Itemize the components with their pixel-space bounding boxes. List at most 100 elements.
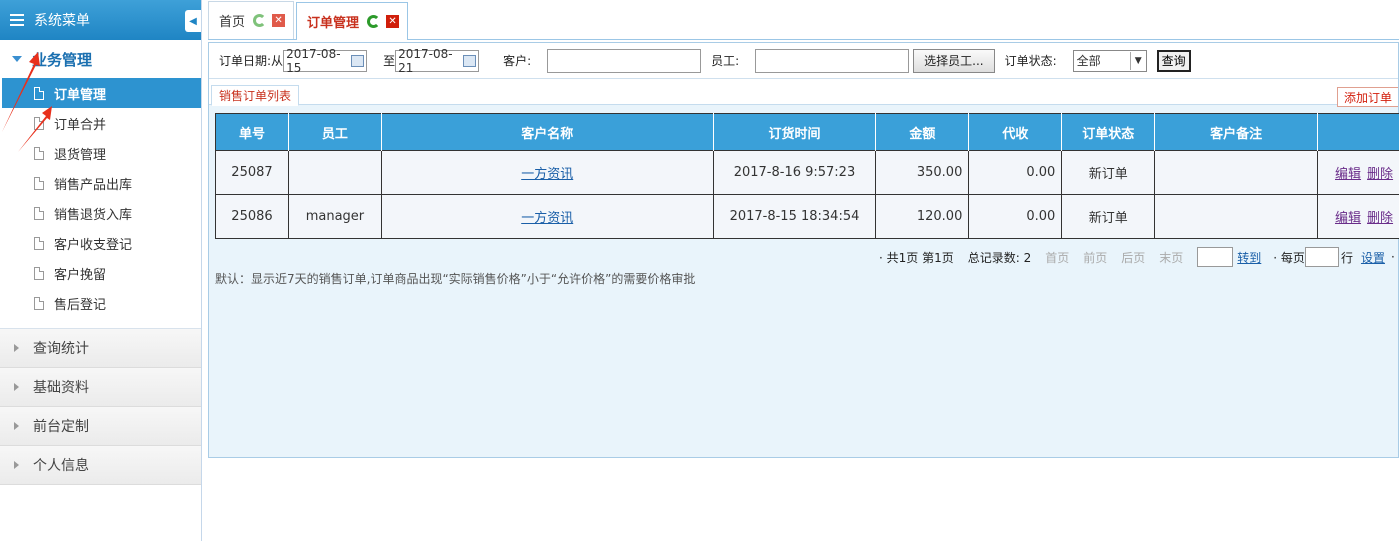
staff-label: 员工: (711, 54, 740, 68)
sidebar-group-query-stats[interactable]: 查询统计 (0, 329, 201, 368)
to-date-input[interactable]: 2017-08-21 (395, 46, 480, 75)
cell-cod: 0.00 (968, 194, 1063, 239)
status-label: 订单状态: (1004, 54, 1057, 68)
tab-sales-order-list[interactable]: 销售订单列表 (211, 85, 300, 106)
group-label: 业务管理 (32, 50, 93, 69)
status-select[interactable]: 全部 ▼ (1072, 49, 1147, 72)
subtab-bar: 销售订单列表 添加订单 (209, 79, 1398, 107)
customer-link[interactable]: 一方资讯 (521, 211, 573, 226)
default-note: 默认：显示近7天的销售订单,订单商品出现“实际销售价格”小于“允许价格”的需要价… (215, 272, 696, 286)
cell-order-time: 2017-8-16 9:57:23 (712, 150, 877, 195)
goto-link[interactable]: 转到 (1237, 249, 1261, 266)
to-label: 至 (383, 54, 396, 68)
customer-link[interactable]: 一方资讯 (521, 167, 573, 182)
staff-input[interactable] (755, 48, 910, 73)
page-summary: · 共1页 第1页 (879, 250, 954, 265)
to-date-value: 2017-08-21 (398, 46, 453, 75)
col-status[interactable]: 订单状态 (1061, 113, 1156, 151)
sidebar-group-business[interactable]: 业务管理 (0, 40, 201, 78)
sidebar-item-customer-retention[interactable]: 客户挽留 (0, 258, 201, 288)
last-page-link[interactable]: 末页 (1159, 249, 1183, 266)
caret-right-icon (14, 344, 19, 352)
orders-table: 单号 员工 客户名称 订货时间 金额 代收 订单状态 客户备注 25087 一方… (215, 113, 1399, 239)
document-icon (34, 146, 44, 160)
col-cod[interactable]: 代收 (968, 113, 1063, 151)
cell-amount: 350.00 (875, 150, 970, 195)
col-staff[interactable]: 员工 (287, 113, 382, 151)
cell-ops: 编辑 删除 (1317, 150, 1399, 195)
sidebar-item-after-sales[interactable]: 售后登记 (0, 288, 201, 318)
calendar-icon[interactable] (462, 54, 477, 67)
sidebar-group-personal[interactable]: 个人信息 (0, 446, 201, 485)
caret-right-icon (14, 422, 19, 430)
app-root: 系统菜单 ◀ 业务管理 订单管理 订单合并 退货管理 销售产品出库 销售退货入库… (0, 0, 1399, 541)
select-staff-button[interactable]: 选择员工... (913, 48, 995, 73)
caret-down-icon (12, 56, 22, 62)
sidebar-item-label: 售后登记 (54, 297, 107, 313)
cell-amount: 120.00 (875, 194, 970, 239)
table-row: 25086 manager 一方资讯 2017-8-15 18:34:54 12… (215, 194, 1399, 239)
caret-right-icon (14, 383, 19, 391)
cell-ops: 编辑 删除 (1317, 194, 1399, 239)
col-order-id[interactable]: 单号 (215, 113, 289, 151)
tab-home[interactable]: 首页 ✕ (208, 1, 295, 39)
from-date-input[interactable]: 2017-08-15 (283, 47, 368, 75)
goto-page-input[interactable] (1197, 247, 1234, 267)
status-selected-value: 全部 (1076, 54, 1101, 68)
pager-dot: · (1390, 250, 1395, 264)
first-page-link[interactable]: 首页 (1045, 249, 1069, 266)
col-order-time[interactable]: 订货时间 (712, 113, 877, 151)
table-row: 25087 一方资讯 2017-8-16 9:57:23 350.00 0.00… (215, 150, 1399, 195)
cell-order-id: 25087 (215, 150, 289, 195)
query-button[interactable]: 查询 (1156, 49, 1191, 72)
refresh-icon[interactable] (253, 14, 267, 27)
calendar-icon[interactable] (350, 54, 365, 67)
settings-link[interactable]: 设置 (1361, 249, 1385, 266)
per-page-input[interactable] (1304, 247, 1339, 267)
edit-link[interactable]: 编辑 (1335, 167, 1361, 182)
table-header-row: 单号 员工 客户名称 订货时间 金额 代收 订单状态 客户备注 (215, 113, 1399, 151)
sidebar-item-customer-payments[interactable]: 客户收支登记 (0, 228, 201, 258)
caret-right-icon (14, 461, 19, 469)
customer-input[interactable] (547, 48, 702, 73)
sidebar-group-basic-data[interactable]: 基础资料 (0, 368, 201, 407)
sidebar-item-order-merge[interactable]: 订单合并 (0, 108, 201, 138)
document-icon (34, 206, 44, 220)
col-customer[interactable]: 客户名称 (380, 113, 714, 151)
sidebar-header: 系统菜单 ◀ (0, 0, 201, 40)
group-label: 个人信息 (33, 458, 89, 474)
document-icon (34, 236, 44, 250)
tab-bar: 首页 ✕ 订单管理 ✕ (208, 0, 1399, 40)
cell-staff: manager (287, 194, 382, 239)
sidebar-title: 系统菜单 (34, 13, 90, 29)
collapse-sidebar-icon[interactable]: ◀ (185, 10, 201, 32)
next-page-link[interactable]: 后页 (1121, 249, 1145, 266)
add-order-button[interactable]: 添加订单 (1336, 87, 1398, 107)
orders-panel: 订单日期: 从 2017-08-15 至 2017-08-21 客户: 员工: … (208, 42, 1399, 458)
chevron-down-icon: ▼ (1129, 51, 1146, 70)
tab-orders[interactable]: 订单管理 ✕ (296, 2, 409, 40)
sidebar-item-sales-outbound[interactable]: 销售产品出库 (0, 168, 201, 198)
sidebar-group-frontend[interactable]: 前台定制 (0, 407, 201, 446)
edit-link[interactable]: 编辑 (1335, 211, 1361, 226)
close-icon[interactable]: ✕ (272, 14, 286, 27)
from-label: 从 (271, 54, 284, 68)
group-label: 查询统计 (33, 341, 89, 357)
delete-link[interactable]: 删除 (1367, 211, 1393, 226)
document-icon (34, 296, 44, 310)
sidebar-item-returns[interactable]: 退货管理 (0, 138, 201, 168)
refresh-icon[interactable] (367, 15, 381, 28)
search-bar: 订单日期: 从 2017-08-15 至 2017-08-21 客户: 员工: … (209, 43, 1398, 79)
sidebar: 系统菜单 ◀ 业务管理 订单管理 订单合并 退货管理 销售产品出库 销售退货入库… (0, 0, 202, 541)
prev-page-link[interactable]: 前页 (1083, 249, 1107, 266)
cell-status: 新订单 (1061, 150, 1156, 195)
col-remark[interactable]: 客户备注 (1154, 113, 1319, 151)
document-icon (34, 86, 44, 100)
cell-order-id: 25086 (215, 194, 289, 239)
document-icon (34, 266, 44, 280)
col-amount[interactable]: 金额 (875, 113, 970, 151)
close-icon[interactable]: ✕ (386, 15, 400, 28)
delete-link[interactable]: 删除 (1367, 167, 1393, 182)
sidebar-item-return-inbound[interactable]: 销售退货入库 (0, 198, 201, 228)
sidebar-item-order-manage[interactable]: 订单管理 (2, 78, 201, 108)
